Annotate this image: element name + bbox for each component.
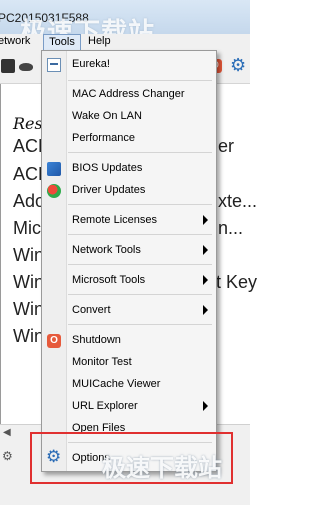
submenu-arrow-icon <box>203 401 208 411</box>
submenu-arrow-icon <box>203 275 208 285</box>
menu-item-label: MAC Address Changer <box>72 88 185 100</box>
power-icon: O <box>47 334 61 348</box>
menu-item-performance[interactable]: Performance <box>42 128 216 150</box>
menu-item-eureka[interactable]: Eureka! <box>42 54 216 76</box>
menu-tools[interactable]: Tools <box>43 34 81 51</box>
toolbar-gear-icon[interactable]: ⚙ <box>230 56 248 74</box>
menu-item-label: Monitor Test <box>72 356 132 368</box>
menu-separator <box>68 264 212 265</box>
menu-item-label: MUICache Viewer <box>72 378 161 390</box>
eureka-icon <box>47 58 61 72</box>
menu-item-label: Driver Updates <box>72 184 146 196</box>
menu-item-driver-updates[interactable]: Driver Updates <box>42 180 216 202</box>
menu-item-label: Remote Licenses <box>72 214 157 226</box>
menu-item-convert[interactable]: Convert <box>42 300 216 322</box>
list-header: Res <box>13 114 43 133</box>
menu-separator <box>68 204 212 205</box>
tools-dropdown-menu: Eureka! MAC Address Changer Wake On LAN … <box>41 50 217 472</box>
list-item-tail: er <box>218 136 235 156</box>
list-item[interactable]: Mic <box>13 218 41 239</box>
list-item[interactable]: Win <box>13 326 44 347</box>
menu-separator <box>68 234 212 235</box>
status-gear-icon: ⚙ <box>2 449 13 463</box>
toolbar-monitor-icon[interactable] <box>1 59 15 73</box>
menu-separator <box>68 324 212 325</box>
list-item[interactable]: Win <box>13 245 44 266</box>
submenu-arrow-icon <box>203 305 208 315</box>
menu-item-wake-on-lan[interactable]: Wake On LAN <box>42 106 216 128</box>
list-item-tail: t Key <box>216 272 258 292</box>
submenu-arrow-icon <box>203 215 208 225</box>
title-bar: PC2015031F588 极速下载站 <box>0 0 250 47</box>
menu-item-label: Convert <box>72 304 111 316</box>
driver-icon <box>47 184 61 198</box>
menu-item-network-tools[interactable]: Network Tools <box>42 240 216 262</box>
menu-item-label: Network Tools <box>72 244 141 256</box>
menu-item-muicache-viewer[interactable]: MUICache Viewer <box>42 374 216 396</box>
menu-item-label: Wake On LAN <box>72 110 142 122</box>
list-item-tail: xte... <box>218 191 258 211</box>
menu-item-label: Performance <box>72 132 135 144</box>
watermark-text-bottom: 极速下载站 <box>102 455 222 482</box>
menu-item-label: URL Explorer <box>72 400 138 412</box>
menu-network[interactable]: etwork <box>0 35 30 47</box>
menu-item-monitor-test[interactable]: Monitor Test <box>42 352 216 374</box>
submenu-arrow-icon <box>203 245 208 255</box>
menu-separator <box>68 152 212 153</box>
list-item-tail: n... <box>218 218 244 238</box>
menu-separator <box>68 294 212 295</box>
menu-item-remote-licenses[interactable]: Remote Licenses <box>42 210 216 232</box>
menu-help[interactable]: Help <box>88 35 111 47</box>
menu-item-label: Microsoft Tools <box>72 274 146 286</box>
menu-item-label: Eureka! <box>72 58 110 70</box>
bios-icon <box>47 162 61 176</box>
list-item[interactable]: Win <box>13 272 44 293</box>
toolbar-eye-icon[interactable] <box>19 63 33 71</box>
menu-item-mac-address-changer[interactable]: MAC Address Changer <box>42 84 216 106</box>
menu-item-shutdown[interactable]: O Shutdown <box>42 330 216 352</box>
menu-item-bios-updates[interactable]: BIOS Updates <box>42 158 216 180</box>
list-item[interactable]: Win <box>13 299 44 320</box>
menu-item-microsoft-tools[interactable]: Microsoft Tools <box>42 270 216 292</box>
menu-item-label: Shutdown <box>72 334 121 346</box>
menu-item-url-explorer[interactable]: URL Explorer <box>42 396 216 418</box>
menu-item-label: BIOS Updates <box>72 162 143 174</box>
scroll-left-icon[interactable]: ◀ <box>3 427 11 438</box>
menu-bar: etwork Tools Help <box>0 34 250 51</box>
menu-separator <box>68 80 212 81</box>
